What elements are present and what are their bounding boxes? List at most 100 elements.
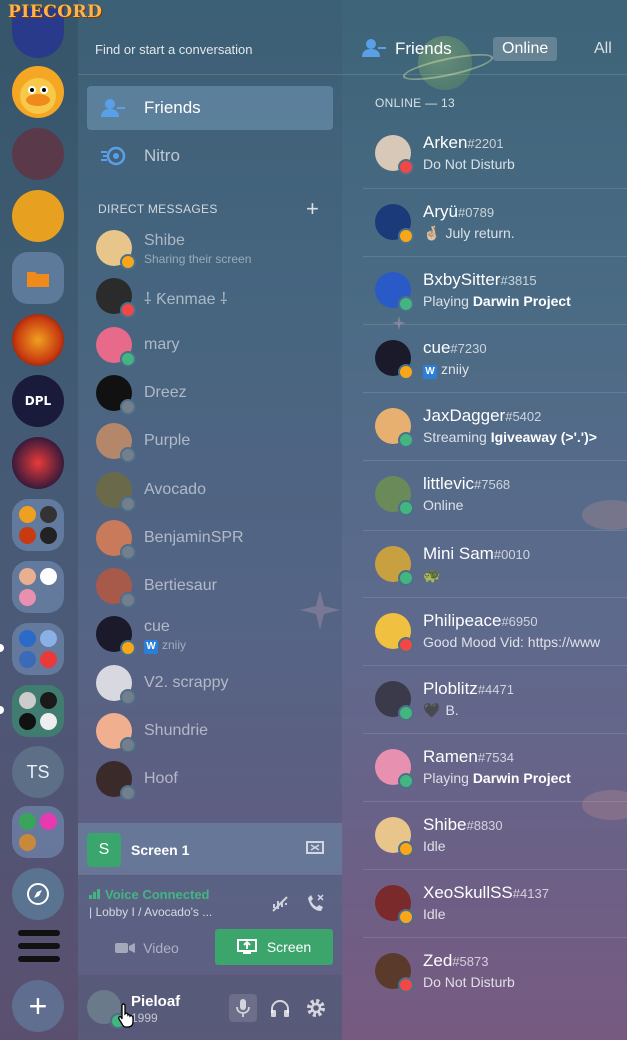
- dm-item[interactable]: Bertiesaur: [87, 564, 333, 609]
- server-dpl[interactable]: DPL: [12, 375, 64, 427]
- friend-row[interactable]: Ramen#7534 Playing Darwin Project: [363, 733, 627, 802]
- server-folder-art[interactable]: [12, 623, 64, 675]
- dm-item[interactable]: Hoof: [87, 757, 333, 802]
- friends-icon: [362, 39, 386, 57]
- nitro-icon: [101, 146, 126, 166]
- friend-row[interactable]: Shibe#8830 Idle: [363, 801, 627, 870]
- tab-online[interactable]: Online: [493, 37, 558, 61]
- menu-icon[interactable]: [18, 930, 60, 969]
- compass-icon: [27, 883, 49, 905]
- dm-item[interactable]: V2. scrappy: [87, 661, 333, 705]
- server-folder-dark[interactable]: [12, 685, 64, 737]
- server-pikachu-mask[interactable]: [12, 190, 64, 242]
- friend-tag: #4137: [512, 886, 549, 901]
- badge-icon: W: [423, 365, 437, 379]
- friend-tag: #8830: [466, 818, 503, 833]
- friend-tag: #7230: [450, 341, 487, 356]
- mute-button[interactable]: [229, 994, 257, 1022]
- screen-avatar-letter: S: [98, 841, 110, 858]
- mini-server-icon: [19, 589, 36, 606]
- friend-row[interactable]: littlevic#7568 Online: [363, 460, 627, 529]
- friend-row[interactable]: JaxDagger#5402 Streaming Igiveaway (>'.')…: [363, 392, 627, 461]
- explore-servers-button[interactable]: [12, 868, 64, 920]
- dm-item[interactable]: Avocado: [87, 468, 333, 512]
- friend-row[interactable]: Arken#2201 Do Not Disturb: [363, 120, 627, 188]
- voice-channel[interactable]: | Lobby I / Avocado's ...: [89, 905, 212, 919]
- status-emoji: 🖤: [423, 702, 441, 718]
- friend-name: BxbySitter: [423, 270, 501, 289]
- server-duck[interactable]: [12, 66, 64, 118]
- tab-all[interactable]: All: [594, 40, 612, 58]
- friend-row[interactable]: Philipeace#6950 Good Mood Vid: https://ww…: [363, 597, 627, 666]
- friend-row[interactable]: Ploblitz#4471 🖤 B.: [363, 665, 627, 734]
- nav-friends[interactable]: Friends: [87, 86, 333, 130]
- create-dm-button[interactable]: +: [306, 196, 319, 222]
- status-indicator: [120, 737, 136, 753]
- popout-screen-icon[interactable]: [306, 841, 324, 857]
- mini-server-icon: [40, 568, 57, 585]
- friend-name-line: BxbySitter#3815: [423, 270, 537, 290]
- dm-item[interactable]: mary: [87, 323, 333, 367]
- noise-suppression-icon[interactable]: [270, 894, 290, 914]
- dm-item[interactable]: Dreez: [87, 371, 333, 415]
- search-bar[interactable]: Find or start a conversation: [78, 24, 342, 75]
- user-panel: Pieloaf 1999: [78, 975, 342, 1040]
- friend-name: Ramen: [423, 747, 478, 766]
- status-indicator: [398, 637, 414, 653]
- mini-server-icon: [40, 506, 57, 523]
- friend-name-line: Mini Sam#0010: [423, 544, 530, 564]
- friend-status-text: 🐢: [423, 567, 441, 583]
- server-folder-misc[interactable]: [12, 806, 64, 858]
- server-ts[interactable]: TS: [12, 746, 64, 798]
- voice-panel: Voice Connected | Lobby I / Avocado's ..…: [78, 876, 342, 974]
- dm-item[interactable]: Shibe Sharing their screen: [87, 226, 333, 270]
- server-fire[interactable]: [12, 314, 64, 366]
- dm-status-text: Wzniiy: [144, 638, 186, 655]
- server-folder-games[interactable]: [12, 499, 64, 551]
- add-server-button[interactable]: +: [12, 980, 64, 1032]
- server-emblem[interactable]: [12, 437, 64, 489]
- friend-name-line: Ploblitz#4471: [423, 679, 514, 699]
- server-folder[interactable]: [12, 252, 64, 304]
- badge-icon: W: [144, 640, 158, 655]
- video-camera-icon: [115, 943, 136, 953]
- deafen-button[interactable]: [266, 994, 294, 1022]
- friend-status: Online: [423, 497, 463, 513]
- dm-header: DIRECT MESSAGES: [98, 202, 218, 216]
- friend-row[interactable]: XeoSkullSS#4137 Idle: [363, 869, 627, 938]
- status-indicator: [120, 592, 136, 609]
- friend-status: Playing Darwin Project: [423, 293, 571, 309]
- nav-nitro-label: Nitro: [144, 146, 180, 165]
- settings-button[interactable]: [302, 994, 330, 1022]
- dm-item[interactable]: cue Wzniiy: [87, 612, 333, 657]
- friend-row[interactable]: Zed#5873 Do Not Disturb: [363, 937, 627, 1006]
- nav-nitro[interactable]: Nitro: [87, 134, 333, 178]
- dm-item[interactable]: BenjaminSPR: [87, 516, 333, 560]
- friend-status: Idle: [423, 838, 446, 854]
- dm-item[interactable]: ⸸ Ƙenmae ⸸: [87, 274, 333, 319]
- dm-item[interactable]: Shundrie: [87, 709, 333, 753]
- username[interactable]: Pieloaf: [131, 993, 180, 1010]
- video-button[interactable]: Video: [87, 930, 207, 966]
- mini-server-icon: [19, 692, 36, 709]
- status-indicator: [398, 705, 414, 721]
- mini-server-icon: [19, 568, 36, 585]
- friend-row[interactable]: cue#7230 Wzniiy: [363, 324, 627, 393]
- dm-name: Dreez: [144, 383, 187, 401]
- friend-row[interactable]: Mini Sam#0010 🐢: [363, 530, 627, 599]
- status-indicator: [398, 570, 414, 586]
- brand-logo: PIECORD: [8, 2, 103, 22]
- server-streamer[interactable]: [12, 128, 64, 180]
- dm-item[interactable]: Purple: [87, 419, 333, 464]
- friend-row[interactable]: BxbySitter#3815 Playing Darwin Project: [363, 256, 627, 325]
- screen-share-label: Screen: [266, 939, 312, 955]
- screen-share-button[interactable]: Screen: [215, 929, 333, 965]
- disconnect-icon[interactable]: [304, 892, 326, 914]
- friend-row[interactable]: Aryü#0789 🤞🏻 July return.: [363, 188, 627, 257]
- microphone-icon: [236, 999, 250, 1017]
- server-folder-friends[interactable]: [12, 561, 64, 613]
- friend-name: Mini Sam: [423, 544, 494, 563]
- status-indicator: [120, 495, 136, 512]
- friend-tag: #7568: [474, 477, 511, 492]
- search-placeholder[interactable]: Find or start a conversation: [95, 42, 253, 57]
